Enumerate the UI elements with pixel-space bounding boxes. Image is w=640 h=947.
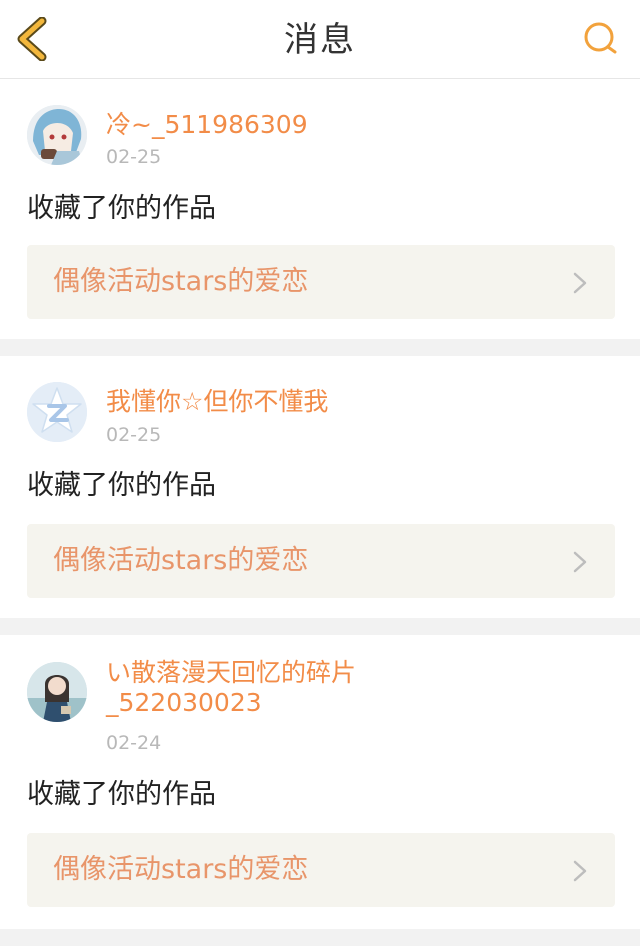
avatar[interactable] [27,105,87,165]
avatar[interactable] [27,382,87,442]
search-button[interactable] [582,20,618,56]
avatar-image [27,662,87,722]
work-title: 偶像活动stars的爱恋 [53,266,309,297]
divider [0,618,640,635]
action-text: 收藏了你的作品 [27,779,216,810]
page-title: 消息 [284,20,356,60]
divider [0,339,640,356]
timestamp: 02-24 [106,732,162,754]
chevron-right-icon [573,860,587,882]
action-text: 收藏了你的作品 [27,470,216,501]
qzone-logo-icon [27,382,87,442]
notification-item[interactable]: 冷~_511986309 02-25 收藏了你的作品 偶像活动stars的爱恋 [0,79,640,339]
work-link[interactable]: 偶像活动stars的爱恋 [27,833,615,907]
timestamp: 02-25 [106,424,162,446]
work-title: 偶像活动stars的爱恋 [53,854,309,885]
work-link[interactable]: 偶像活动stars的爱恋 [27,245,615,319]
username[interactable]: い散落漫天回忆的碎片 [106,658,406,688]
username[interactable]: 冷~_511986309 [106,110,406,140]
timestamp: 02-25 [106,146,162,168]
notification-item[interactable]: い散落漫天回忆的碎片 _522030023 02-24 收藏了你的作品 偶像活动… [0,635,640,929]
work-title: 偶像活动stars的爱恋 [53,545,309,576]
action-text: 收藏了你的作品 [27,193,216,224]
username[interactable]: 我懂你☆但你不懂我 [106,387,406,417]
notification-item[interactable]: 我懂你☆但你不懂我 02-25 收藏了你的作品 偶像活动stars的爱恋 [0,356,640,618]
chevron-right-icon [573,272,587,294]
divider [0,929,640,946]
notification-list: 冷~_511986309 02-25 收藏了你的作品 偶像活动stars的爱恋 … [0,79,640,946]
avatar-image [27,105,87,165]
search-icon [584,22,617,54]
avatar[interactable] [27,662,87,722]
work-link[interactable]: 偶像活动stars的爱恋 [27,524,615,598]
top-navigation-bar: 消息 [0,0,640,79]
chevron-right-icon [573,551,587,573]
username-continued[interactable]: _522030023 [106,688,406,718]
